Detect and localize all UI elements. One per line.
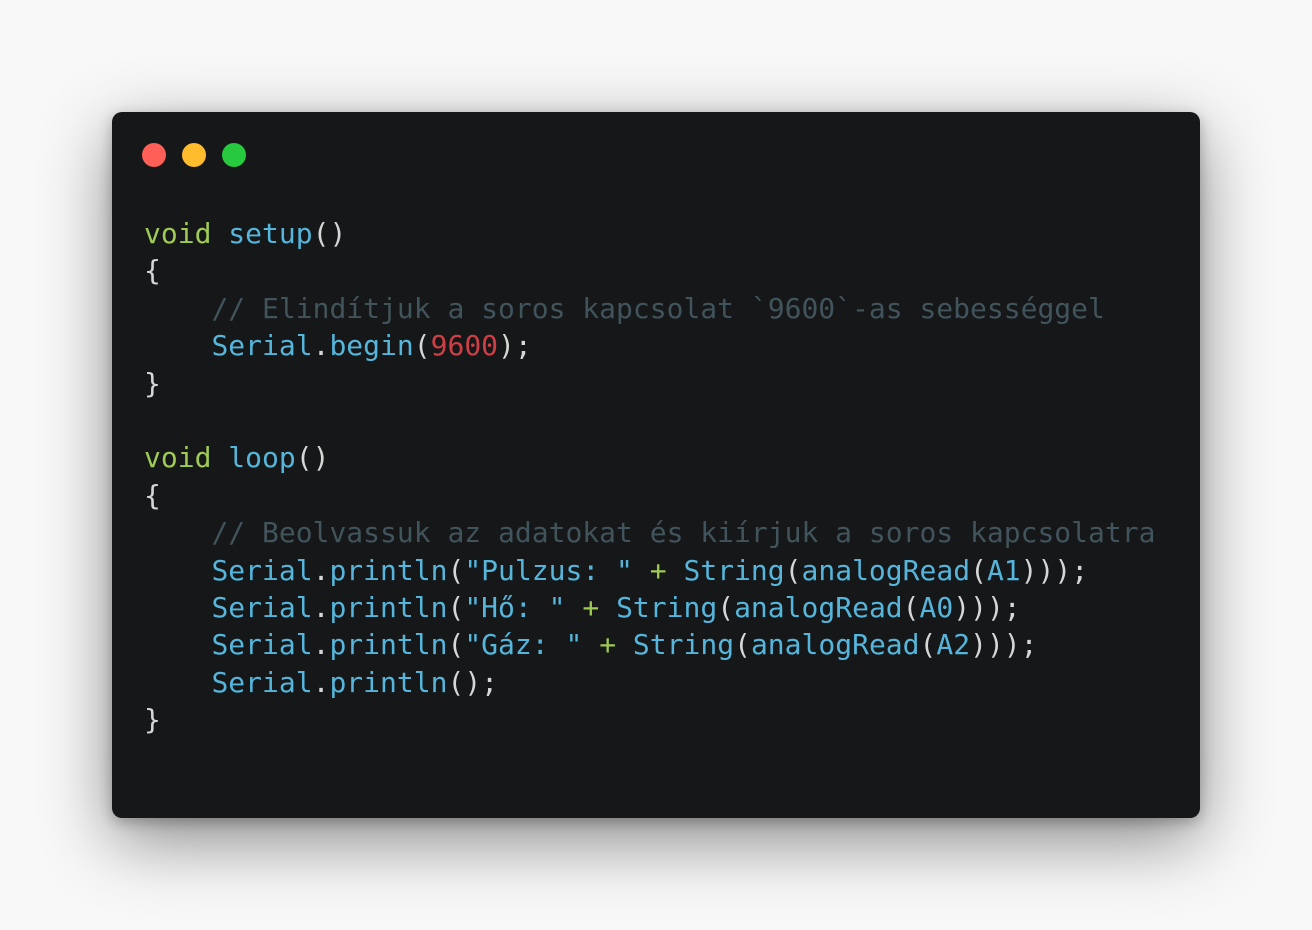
code-token: Serial [211, 590, 313, 624]
code-token: ( [919, 628, 937, 662]
code-token: ( [734, 628, 751, 662]
code-line: void loop() [144, 439, 1155, 476]
code-token: { [144, 254, 161, 288]
code-token: . [312, 329, 330, 363]
code-token: println [329, 665, 448, 699]
maximize-dot-icon[interactable] [222, 143, 246, 167]
code-token: Serial [211, 628, 313, 662]
code-token: 9600 [430, 329, 499, 363]
code-token: . [312, 590, 330, 624]
code-token: A1 [986, 553, 1021, 587]
code-line: Serial.println("Gáz: " + String(analogRe… [144, 626, 1155, 663]
code-token: () [295, 441, 330, 475]
code-window: void setup(){ // Elindítjuk a soros kapc… [112, 112, 1200, 818]
code-token: ( [447, 628, 465, 662]
code-line: Serial.println("Hő: " + String(analogRea… [144, 589, 1155, 626]
code-token: ( [717, 590, 735, 624]
code-line: void setup() [144, 215, 1155, 252]
code-line: // Beolvassuk az adatokat és kiírjuk a s… [144, 514, 1155, 551]
code-token: () [312, 217, 347, 250]
code-token: } [144, 703, 161, 737]
code-token: + [649, 553, 667, 587]
code-token: } [144, 366, 161, 400]
code-token: String [632, 628, 735, 662]
code-token: ( [784, 553, 802, 587]
code-line: Serial.println("Pulzus: " + String(analo… [144, 552, 1155, 589]
code-token: println [329, 553, 448, 587]
window-controls [142, 143, 246, 167]
code-token: Serial [211, 329, 313, 363]
code-token: ))); [953, 590, 1021, 624]
code-token: . [312, 628, 330, 662]
code-token: ( [902, 590, 920, 624]
code-token: ( [970, 553, 987, 587]
code-token: println [329, 590, 448, 624]
code-token: ))); [1020, 553, 1089, 587]
code-token: ( [447, 590, 465, 624]
code-token: ( [413, 329, 431, 363]
code-token: analogRead [801, 553, 971, 587]
code-token: Serial [211, 553, 313, 587]
code-line: } [144, 365, 1155, 402]
code-block: void setup(){ // Elindítjuk a soros kapc… [144, 215, 1155, 738]
code-token: A0 [919, 590, 954, 624]
code-token: begin [329, 329, 414, 363]
code-token: ))); [970, 628, 1038, 662]
code-token: A2 [936, 628, 971, 662]
code-token: void [144, 217, 212, 250]
code-token: Serial [211, 665, 313, 699]
code-token: "Hő: " [464, 590, 566, 624]
code-token: ( [447, 553, 465, 587]
code-token: String [683, 553, 785, 587]
code-token: loop [228, 441, 296, 475]
close-dot-icon[interactable] [142, 143, 166, 167]
code-line: // Elindítjuk a soros kapcsolat `9600`-a… [144, 290, 1155, 327]
code-line: Serial.begin(9600); [144, 327, 1155, 364]
code-token: analogRead [734, 590, 903, 624]
code-token: { [144, 478, 161, 512]
minimize-dot-icon[interactable] [182, 143, 206, 167]
code-token: ); [498, 329, 532, 363]
code-token: + [582, 590, 600, 624]
code-token: + [599, 628, 617, 662]
code-token: "Gáz: " [464, 628, 583, 662]
code-token: // Elindítjuk a soros kapcsolat `9600`-a… [211, 291, 1105, 325]
code-token: println [329, 628, 448, 662]
code-token: (); [447, 665, 499, 699]
code-token: . [312, 553, 330, 587]
code-token: String [616, 590, 718, 624]
code-token: // Beolvassuk az adatokat és kiírjuk a s… [211, 516, 1156, 550]
code-line: { [144, 252, 1155, 289]
code-token: setup [228, 217, 313, 250]
code-token: void [144, 441, 212, 475]
code-token: analogRead [750, 628, 920, 662]
code-line: { [144, 477, 1155, 514]
code-line: Serial.println(); [144, 664, 1155, 701]
code-token: "Pulzus: " [464, 553, 633, 587]
code-line: } [144, 701, 1155, 738]
code-token: . [312, 665, 330, 699]
